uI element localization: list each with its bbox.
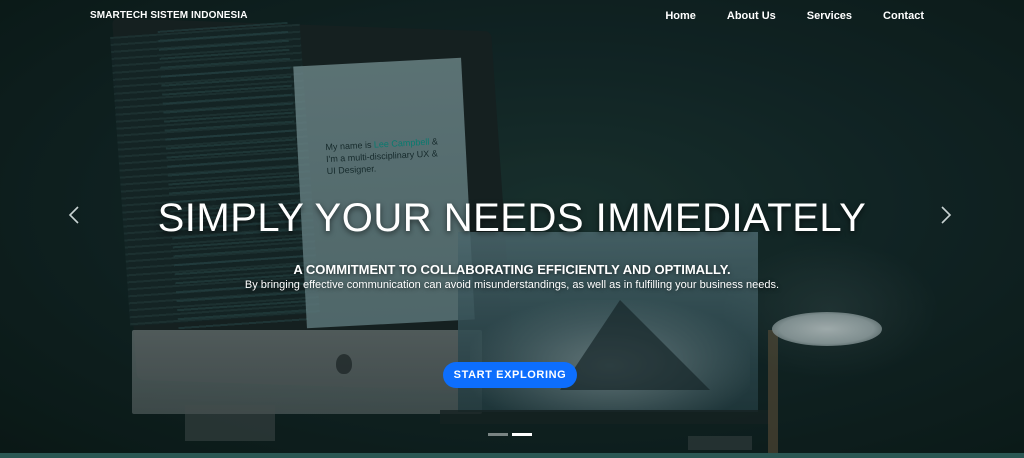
nav-link-about-us[interactable]: About Us: [727, 10, 776, 22]
carousel-indicator-1[interactable]: [488, 433, 508, 436]
carousel-next-button[interactable]: [936, 204, 956, 226]
brand-logo-text[interactable]: SMARTECH SISTEM INDONESIA: [90, 10, 248, 21]
hero-carousel: My name is Lee Campbell & I'm a multi-di…: [0, 0, 1024, 458]
nav-links: Home About Us Services Contact: [634, 10, 924, 22]
carousel-indicator-2[interactable]: [512, 433, 532, 436]
nav-link-services[interactable]: Services: [807, 10, 852, 22]
chevron-left-icon: [68, 206, 79, 224]
chevron-right-icon: [941, 206, 952, 224]
carousel-indicators: [488, 433, 532, 436]
nav-link-contact[interactable]: Contact: [883, 10, 924, 22]
carousel-prev-button[interactable]: [64, 204, 84, 226]
nav-link-home[interactable]: Home: [665, 10, 696, 22]
navbar: SMARTECH SISTEM INDONESIA Home About Us …: [0, 0, 1024, 32]
start-exploring-button[interactable]: START EXPLORING: [443, 362, 577, 388]
bottom-border: [0, 453, 1024, 458]
hero-headline: SIMPLY YOUR NEEDS IMMEDIATELY: [157, 196, 867, 240]
hero-description: By bringing effective communication can …: [244, 279, 780, 291]
hero-subheadline: A COMMITMENT TO COLLABORATING EFFICIENTL…: [293, 262, 731, 277]
